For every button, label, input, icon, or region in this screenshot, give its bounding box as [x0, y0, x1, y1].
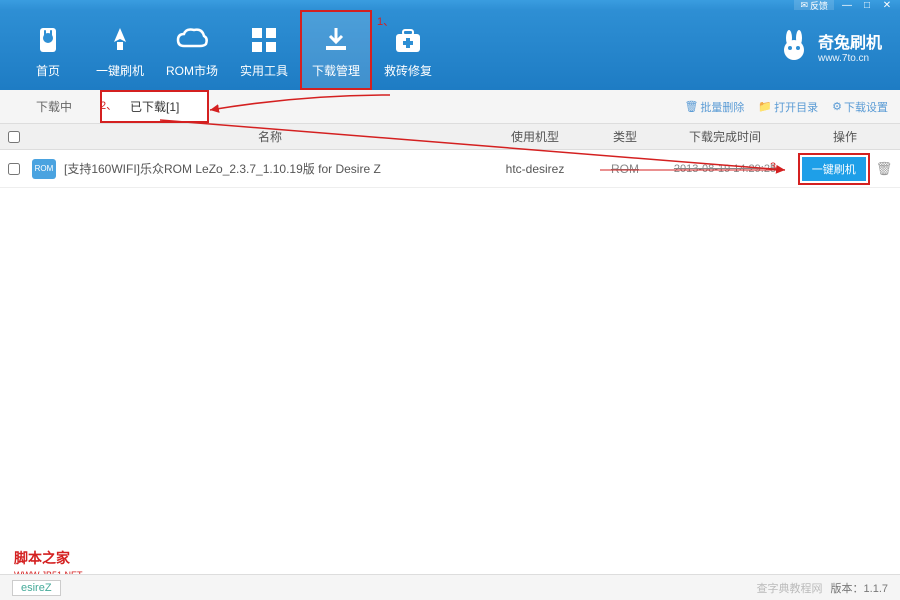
nav-download-label: 下载管理 — [312, 62, 360, 79]
brand-logo-icon — [776, 28, 812, 64]
nav-repair-label: 救砖修复 — [384, 62, 432, 79]
nav-tools[interactable]: 实用工具 — [228, 10, 300, 90]
nav-home[interactable]: 首页 — [12, 10, 84, 90]
row-name: [支持160WIFI]乐众ROM LeZo_2.3.7_1.10.19版 for… — [60, 160, 480, 177]
nav-flash[interactable]: 一键刷机 — [84, 10, 156, 90]
nav-rom-market[interactable]: ROM市场 — [156, 10, 228, 90]
device-tag[interactable]: esireZ — [12, 580, 61, 596]
table-row: ROM [支持160WIFI]乐众ROM LeZo_2.3.7_1.10.19版… — [0, 150, 900, 188]
col-name: 名称 — [60, 128, 480, 145]
rabbit-icon — [30, 22, 66, 58]
nav-home-label: 首页 — [36, 62, 60, 79]
rom-file-icon: ROM — [32, 159, 56, 179]
folder-icon: 📁 — [758, 100, 772, 113]
header: 首页 一键刷机 ROM市场 实用工具 下载管理 救砖修复 — [0, 10, 900, 90]
download-settings-button[interactable]: ⚙ 下载设置 — [832, 99, 888, 115]
col-action: 操作 — [790, 128, 900, 145]
close-button[interactable]: ✕ — [878, 0, 896, 10]
trash-icon: 🗑 — [684, 100, 698, 113]
brand: 奇兔刷机 www.7to.cn — [776, 28, 882, 64]
nav-download[interactable]: 下载管理 — [300, 10, 372, 90]
rocket-icon — [102, 22, 138, 58]
cloud-icon — [174, 22, 210, 58]
open-dir-label: 打开目录 — [774, 99, 818, 115]
table-header: 名称 使用机型 类型 下载完成时间 操作 — [0, 124, 900, 150]
gear-icon: ⚙ — [832, 100, 842, 113]
row-time: 2013-08-19 14:29:25 — [660, 163, 790, 175]
col-type: 类型 — [590, 128, 660, 145]
tab-downloaded[interactable]: 已下载[1] — [100, 90, 209, 123]
minimize-button[interactable]: — — [838, 0, 856, 10]
row-checkbox[interactable] — [8, 163, 20, 175]
delete-row-icon[interactable]: 🗑 — [876, 161, 893, 177]
row-device: htc-desirez — [480, 162, 590, 176]
select-all-checkbox[interactable] — [8, 131, 20, 143]
brand-url: www.7to.cn — [818, 53, 882, 64]
download-settings-label: 下载设置 — [844, 99, 888, 115]
one-click-flash-button[interactable]: 一键刷机 — [802, 157, 866, 181]
version-label: 版本：1.1.7 — [831, 580, 888, 596]
brand-name: 奇兔刷机 — [818, 29, 882, 53]
grid-icon — [246, 22, 282, 58]
watermark-script-home: 脚本之家 — [14, 548, 70, 568]
nav-tools-label: 实用工具 — [240, 62, 288, 79]
row-type: ROM — [590, 162, 660, 176]
chat-icon: ✉ — [800, 0, 808, 11]
toolbar: 下载中 已下载[1] 🗑 批量删除 📁 打开目录 ⚙ 下载设置 — [0, 90, 900, 124]
nav-rom-market-label: ROM市场 — [166, 62, 218, 79]
nav-repair[interactable]: 救砖修复 — [372, 10, 444, 90]
open-dir-button[interactable]: 📁 打开目录 — [758, 99, 818, 115]
maximize-button[interactable]: □ — [858, 0, 876, 10]
medkit-icon — [390, 22, 426, 58]
tab-downloading[interactable]: 下载中 — [8, 90, 100, 123]
col-time: 下载完成时间 — [660, 128, 790, 145]
download-icon — [318, 22, 354, 58]
batch-delete-label: 批量删除 — [700, 99, 744, 115]
watermark-chazidian: 查字典教程网 — [757, 580, 823, 596]
footer: esireZ 查字典教程网 版本：1.1.7 — [0, 574, 900, 600]
nav-flash-label: 一键刷机 — [96, 62, 144, 79]
batch-delete-button[interactable]: 🗑 批量删除 — [684, 99, 744, 115]
col-device: 使用机型 — [480, 128, 590, 145]
